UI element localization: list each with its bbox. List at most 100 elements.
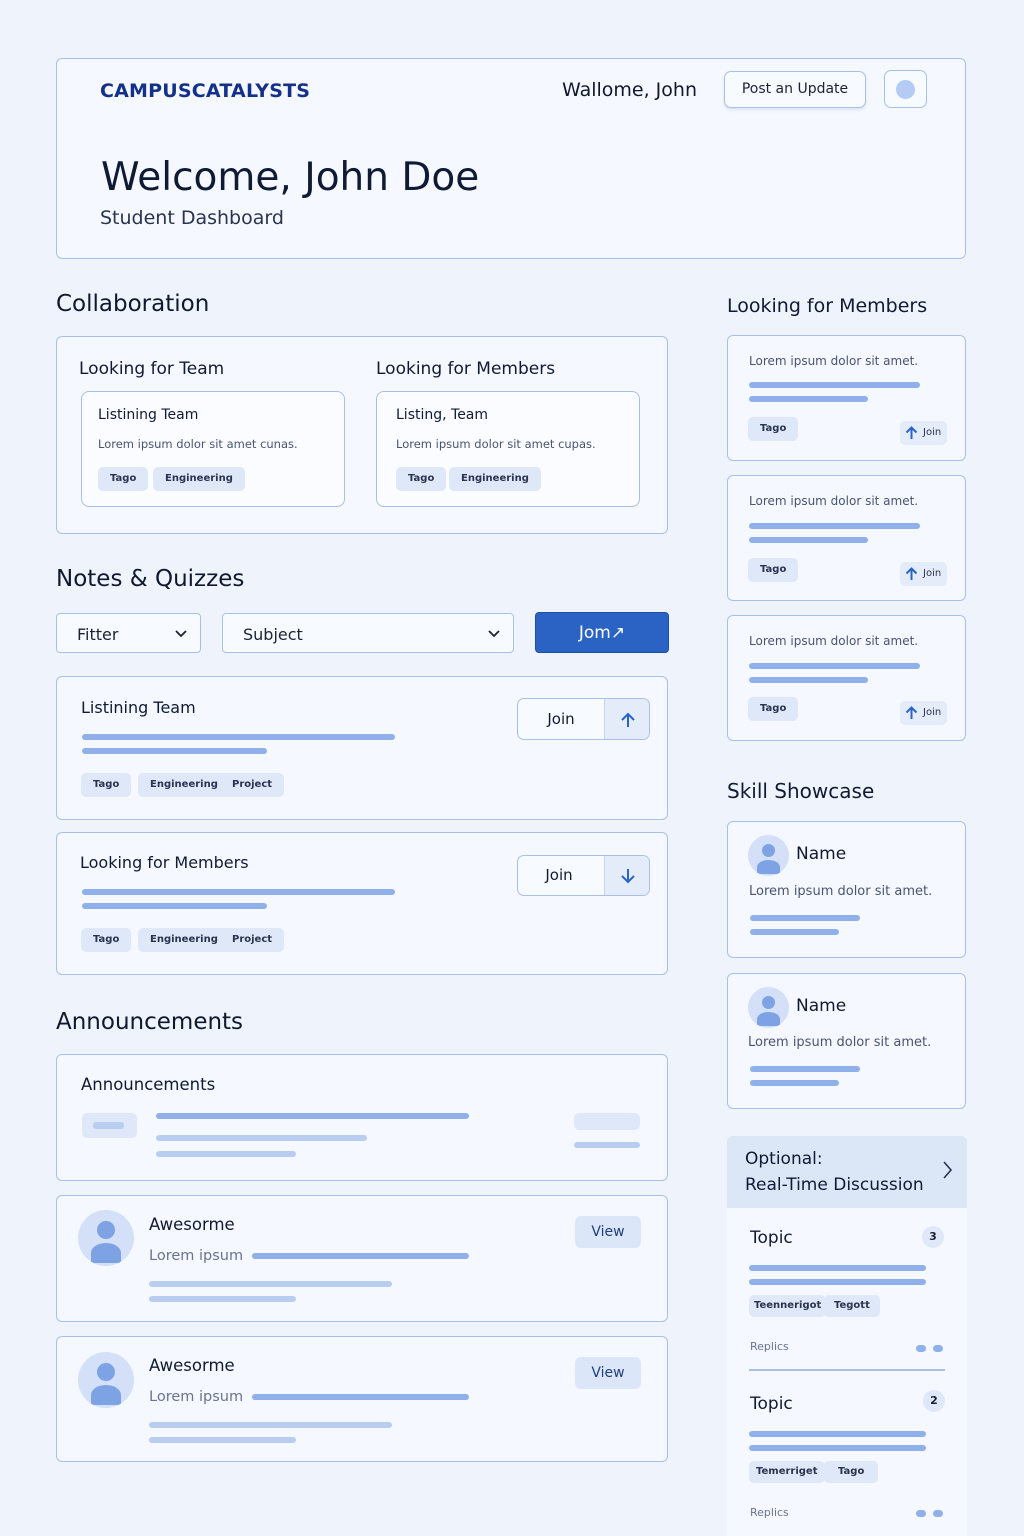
- text-placeholder: [750, 929, 839, 935]
- topic-title[interactable]: Topic: [750, 1228, 793, 1248]
- join-button[interactable]: Join: [517, 698, 650, 740]
- member-card[interactable]: Lorem ipsum dolor sit amet. Tago Join: [727, 335, 966, 461]
- text-placeholder: [156, 1135, 367, 1141]
- topic-title[interactable]: Topic: [750, 1394, 793, 1414]
- member-card-text: Lorem ipsum dolor sit amet.: [749, 494, 919, 508]
- notes-heading: Notes & Quizzes: [56, 566, 245, 592]
- member-card-text: Lorem ipsum dolor sit amet.: [749, 634, 919, 648]
- tag[interactable]: Tago: [748, 417, 799, 441]
- discussion-title-line2: Real-Time Discussion: [745, 1175, 924, 1195]
- note-item[interactable]: Listining Team Tago Engineering Project …: [56, 676, 668, 820]
- skill-card[interactable]: Name Lorem ipsum dolor sit amet.: [727, 821, 966, 958]
- join-action-label: Jom↗: [578, 623, 626, 643]
- up-arrow-icon: [621, 712, 635, 727]
- tag[interactable]: Tago: [98, 467, 149, 491]
- post-update-button[interactable]: Post an Update: [724, 71, 866, 108]
- brand-logo[interactable]: CAMPUSCATALYSTS: [100, 80, 310, 102]
- team-listing-card[interactable]: Listining Team Lorem ipsum dolor sit ame…: [81, 391, 345, 507]
- text-placeholder: [149, 1296, 296, 1302]
- tag[interactable]: Project: [220, 773, 285, 797]
- mini-join-button[interactable]: Join: [900, 562, 947, 586]
- avatar: [78, 1210, 134, 1266]
- text-placeholder: [156, 1113, 469, 1119]
- skill-text: Lorem ipsum dolor sit amet.: [749, 884, 933, 899]
- chevron-down-icon: [175, 630, 187, 638]
- tag[interactable]: Engineering: [449, 467, 541, 491]
- subject-dropdown[interactable]: Subject: [222, 613, 514, 653]
- reply-indicator: [933, 1345, 943, 1352]
- note-item[interactable]: Looking for Members Tago Engineering Pro…: [56, 832, 668, 975]
- reply-indicator: [916, 1510, 926, 1517]
- tag[interactable]: Tago: [81, 773, 132, 797]
- mini-join-label: Join: [923, 568, 942, 579]
- view-button[interactable]: View: [575, 1357, 641, 1389]
- text-placeholder: [749, 1431, 926, 1437]
- tag[interactable]: Engineering: [138, 773, 230, 797]
- members-listing-text: Lorem ipsum dolor sit amet cupas.: [396, 437, 596, 451]
- text-placeholder: [252, 1253, 469, 1259]
- members-listing-card[interactable]: Listing, Team Lorem ipsum dolor sit amet…: [376, 391, 640, 507]
- join-button[interactable]: Join: [517, 855, 650, 896]
- meta-placeholder: [574, 1113, 640, 1130]
- announcement-post[interactable]: Awesorme Lorem ipsum View: [56, 1195, 668, 1322]
- page-title: Welcome, John Doe: [101, 155, 480, 200]
- post-text: Lorem ipsum: [149, 1389, 244, 1405]
- replies-label: Replics: [750, 1340, 789, 1353]
- up-arrow-icon: [905, 567, 918, 580]
- team-listing-text: Lorem ipsum dolor sit amet cunas.: [98, 437, 298, 451]
- text-placeholder: [749, 396, 868, 402]
- tag[interactable]: Tago: [748, 697, 799, 721]
- divider: [749, 1369, 945, 1371]
- announcements-card-title: Announcements: [81, 1075, 216, 1094]
- tag[interactable]: Tago: [748, 558, 799, 582]
- filter-dropdown[interactable]: Fitter: [56, 613, 201, 653]
- announcement-post[interactable]: Awesorme Lorem ipsum View: [56, 1336, 668, 1462]
- text-placeholder: [749, 382, 920, 388]
- text-placeholder: [82, 903, 267, 909]
- tag[interactable]: Teennerigot: [749, 1295, 827, 1317]
- tag[interactable]: Engineering: [138, 928, 230, 952]
- tag[interactable]: Tago: [396, 467, 447, 491]
- mini-join-button[interactable]: Join: [900, 421, 947, 445]
- tag[interactable]: Temerriget: [749, 1461, 825, 1483]
- subject-label: Subject: [243, 625, 303, 644]
- skills-heading: Skill Showcase: [727, 779, 875, 803]
- text-placeholder: [749, 1279, 926, 1285]
- replies-label: Replics: [750, 1506, 789, 1519]
- skill-name: Name: [796, 844, 847, 864]
- profile-menu-button[interactable]: [884, 70, 927, 108]
- skill-card[interactable]: Name Lorem ipsum dolor sit amet.: [727, 973, 966, 1109]
- member-card[interactable]: Lorem ipsum dolor sit amet. Tago Join: [727, 475, 966, 601]
- chevron-down-icon: [488, 630, 500, 638]
- tag[interactable]: Project: [220, 928, 285, 952]
- mini-join-button[interactable]: Join: [900, 701, 947, 725]
- announcements-panel: Announcements: [56, 1054, 668, 1181]
- team-listing-title: Listining Team: [98, 407, 199, 423]
- view-button[interactable]: View: [575, 1216, 641, 1248]
- text-placeholder: [749, 1265, 926, 1271]
- profile-avatar-icon: [896, 80, 915, 99]
- image-placeholder: [82, 1113, 137, 1138]
- text-placeholder: [149, 1281, 392, 1287]
- text-placeholder: [749, 663, 920, 669]
- text-placeholder: [82, 748, 267, 754]
- filter-label: Fitter: [77, 625, 119, 644]
- join-action-button[interactable]: Jom↗: [535, 612, 669, 653]
- text-placeholder: [82, 734, 395, 740]
- announcements-heading: Announcements: [56, 1009, 244, 1035]
- member-card[interactable]: Lorem ipsum dolor sit amet. Tago Join: [727, 615, 966, 741]
- chevron-right-icon: [943, 1161, 953, 1179]
- members-sidebar-heading: Looking for Members: [727, 295, 928, 317]
- skill-text: Lorem ipsum dolor sit amet.: [748, 1035, 932, 1050]
- tag[interactable]: Engineering: [153, 467, 245, 491]
- tag[interactable]: Tago: [81, 928, 132, 952]
- tag[interactable]: Tago: [824, 1461, 879, 1483]
- tag[interactable]: Tegott: [824, 1295, 880, 1317]
- discussion-header[interactable]: Optional: Real-Time Discussion: [727, 1136, 967, 1208]
- note-title: Looking for Members: [80, 853, 249, 872]
- members-listing-title: Listing, Team: [396, 407, 489, 423]
- avatar: [78, 1352, 134, 1408]
- topic-count-badge: 2: [923, 1390, 945, 1412]
- reply-indicator: [933, 1510, 943, 1517]
- mini-join-label: Join: [923, 707, 942, 718]
